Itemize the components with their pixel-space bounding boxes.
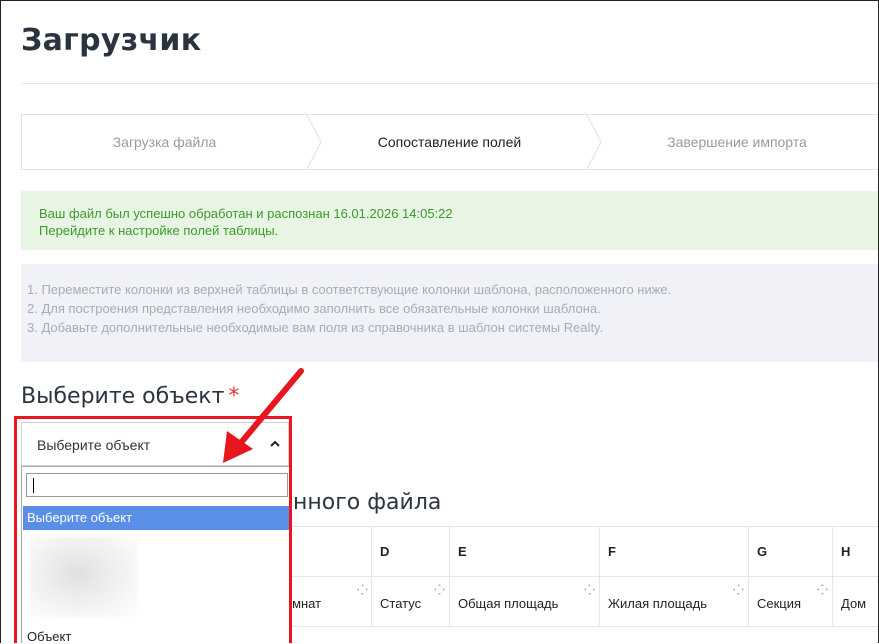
step-file-upload[interactable]: Загрузка файла [22,115,307,169]
column-header[interactable]: Жилая площадь [599,577,748,627]
column-header[interactable]: Дом [832,577,878,627]
instructions-box: 1. Переместите колонки из верхней таблиц… [21,264,878,362]
success-alert-line: Перейдите к настройке полей таблицы. [39,223,279,238]
column-letter: G [748,527,832,577]
drag-move-icon[interactable] [584,584,595,595]
drag-move-icon[interactable] [817,584,828,595]
column-name: Жилая площадь [608,596,708,611]
column-letter: E [449,527,599,577]
loader-page: Загрузчик Загрузка файла Сопоставление п… [0,0,879,643]
table-row [271,626,878,643]
column-letter: H [832,527,878,577]
column-header[interactable]: Общая площадь [449,577,599,627]
object-select-heading-text: Выберите объект [21,384,225,409]
title-divider [21,83,878,84]
table-row: комнат Статус Общая площадь Жилая площад… [271,576,878,627]
page-title: Загрузчик [21,23,202,58]
drag-move-icon[interactable] [733,584,744,595]
table-row: D E F G H [271,526,878,577]
instruction-item: 2. Для построения представления необходи… [27,301,601,316]
column-name: Секция [757,596,802,611]
success-alert: Ваш файл был успешно обработан и распозн… [21,191,878,250]
instruction-item: 1. Переместите колонки из верхней таблиц… [27,282,672,297]
column-letter: D [371,527,449,577]
import-stepper: Загрузка файла Сопоставление полей Завер… [21,114,878,170]
step-import-finish[interactable]: Завершение импорта [592,115,878,169]
annotation-arrow-icon [223,368,304,463]
drag-move-icon[interactable] [434,584,445,595]
success-alert-line: Ваш файл был успешно обработан и распозн… [39,206,453,221]
column-name: Дом [841,596,867,611]
drag-move-icon[interactable] [357,584,368,595]
step-field-mapping[interactable]: Сопоставление полей [307,115,592,169]
column-name: Статус [380,596,422,611]
column-letter: F [599,527,748,577]
column-name: Общая площадь [458,596,559,611]
table-heading: нного файла [293,490,442,515]
instruction-item: 3. Добавьте дополнительные необходимые в… [27,320,604,335]
